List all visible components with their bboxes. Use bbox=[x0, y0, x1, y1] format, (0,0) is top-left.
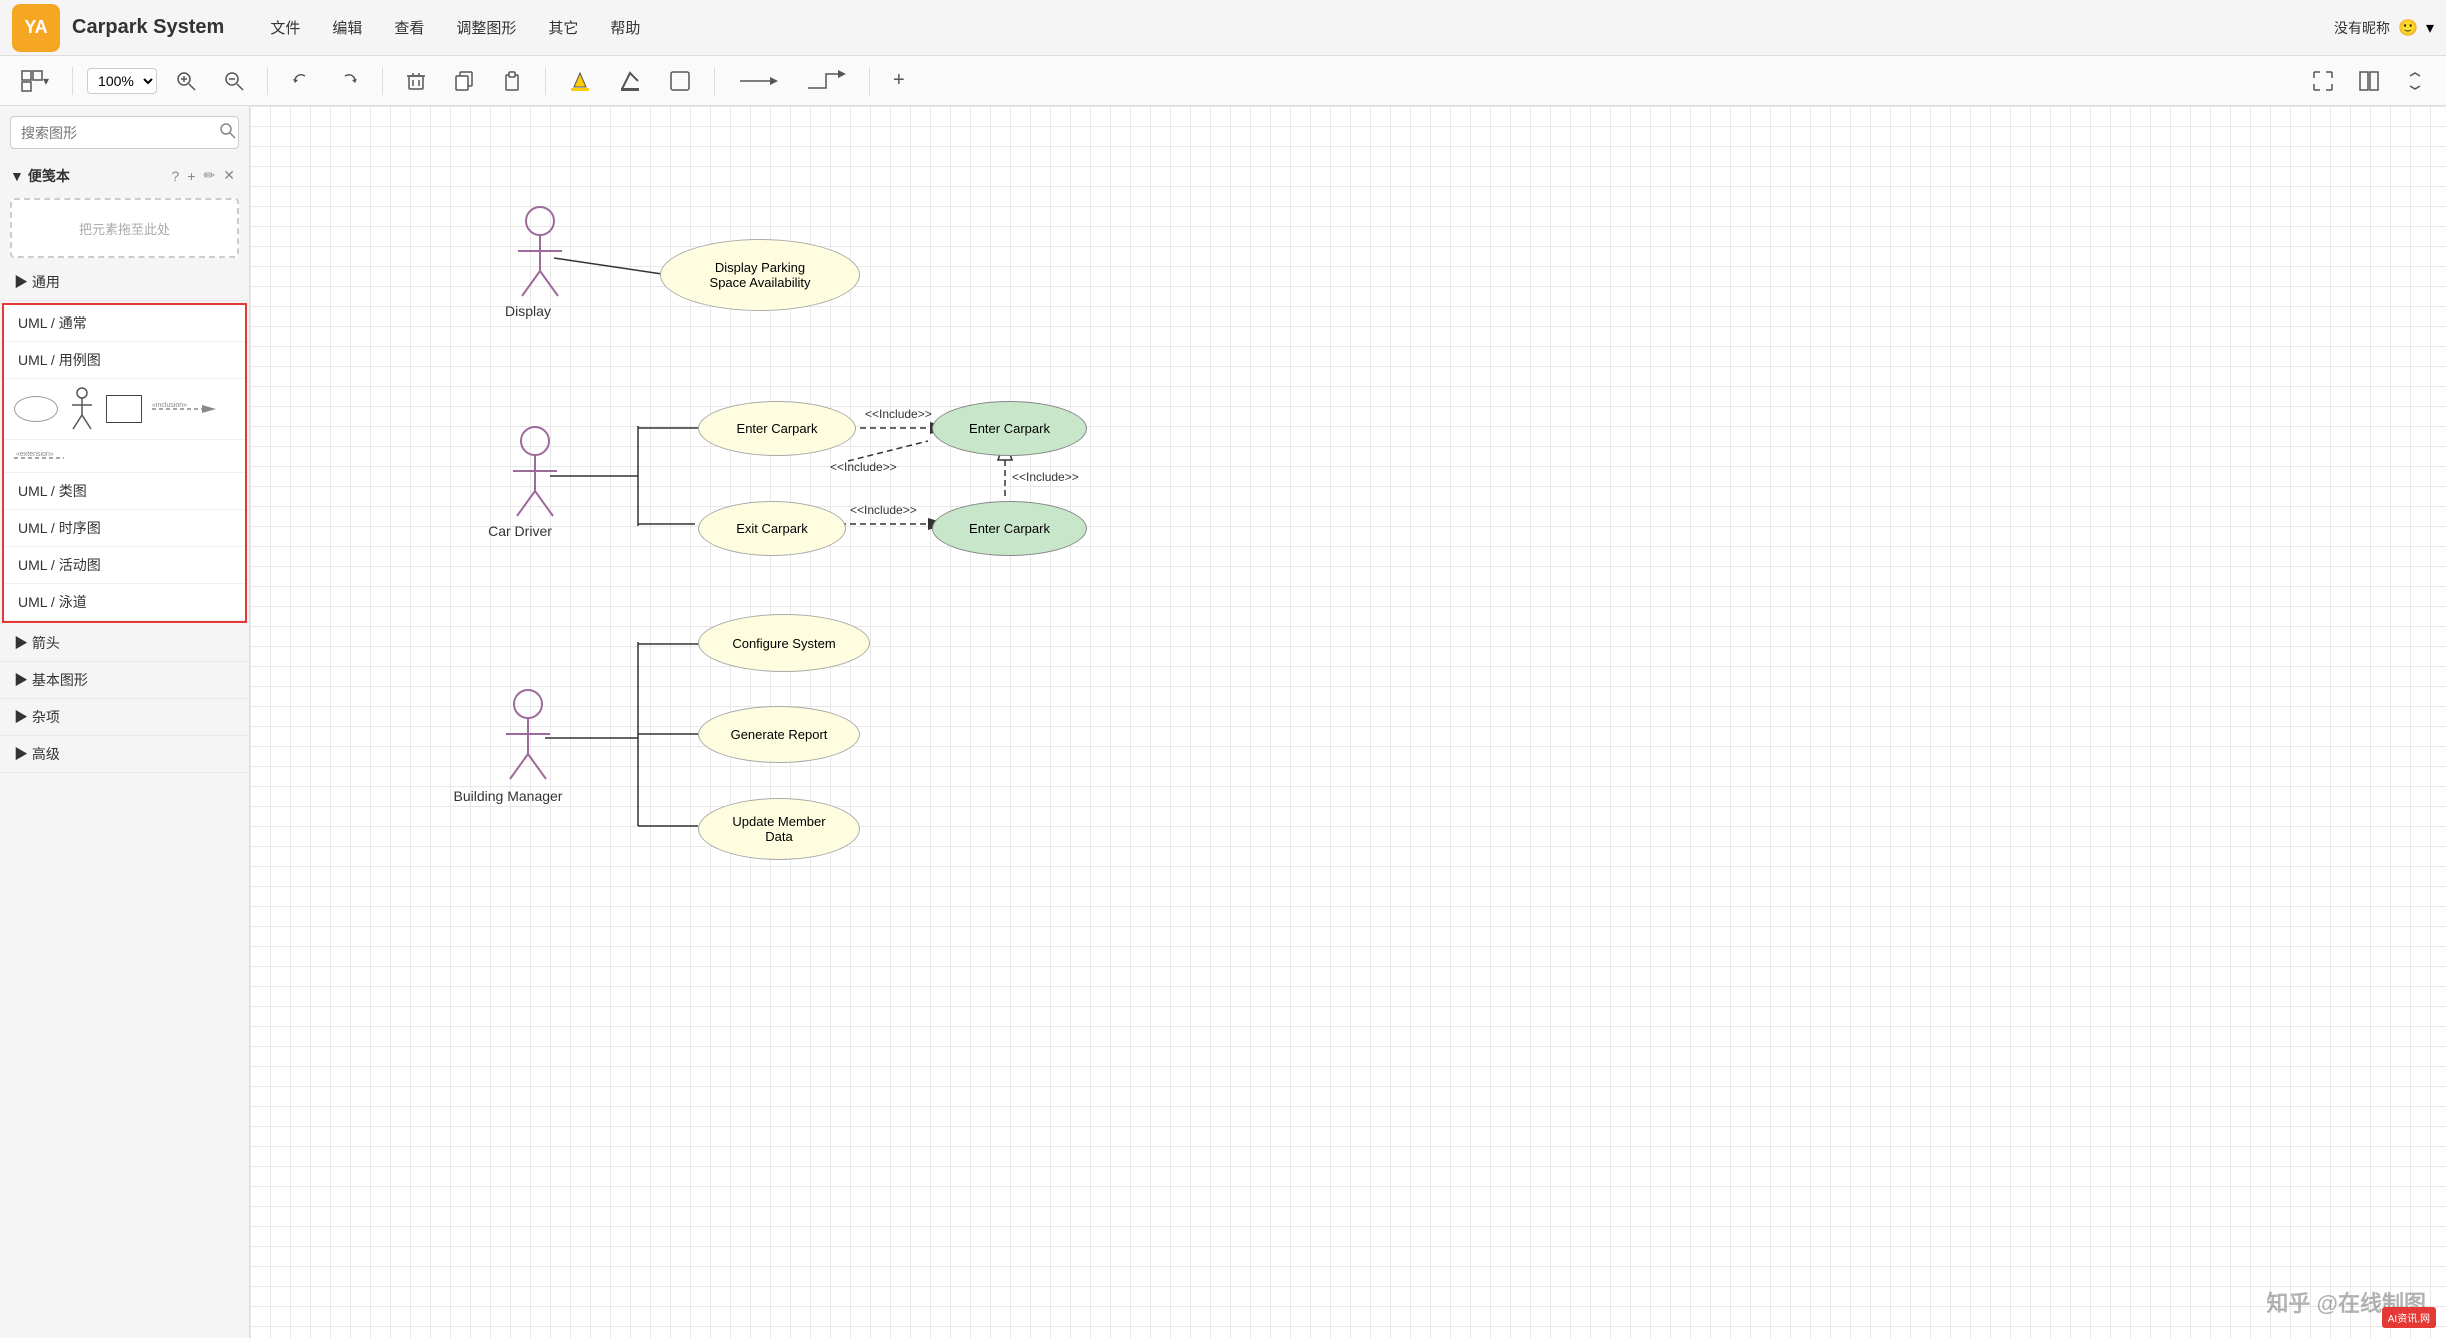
collapse-button[interactable] bbox=[2396, 66, 2434, 96]
canvas-area[interactable]: Display Car Driver bbox=[250, 106, 2446, 1338]
zoom-selector[interactable]: 100% 75% 150% 200% bbox=[87, 68, 157, 94]
scratchpad-edit-button[interactable]: ✏ bbox=[200, 165, 220, 186]
use-case-update-member[interactable]: Update MemberData bbox=[698, 798, 860, 860]
user-dropdown-icon[interactable]: ▾ bbox=[2426, 18, 2434, 38]
menu-adjust[interactable]: 调整图形 bbox=[450, 13, 522, 42]
uml-shapes-row: «inclusion» bbox=[4, 379, 245, 440]
actor-car-driver: Car Driver bbox=[488, 427, 557, 539]
sidebar-item-uml-activity[interactable]: UML / 活动图 bbox=[4, 547, 245, 584]
separator-2 bbox=[267, 67, 268, 95]
split-view-button[interactable] bbox=[2350, 66, 2388, 96]
fullscreen-button[interactable] bbox=[2304, 66, 2342, 96]
sidebar-item-arrows[interactable]: ▶ 箭头 bbox=[0, 625, 249, 662]
use-case-enter-carpark-green-bottom[interactable]: Enter Carpark bbox=[932, 501, 1087, 556]
connect-straight-button[interactable] bbox=[729, 65, 787, 97]
redo-button[interactable] bbox=[330, 66, 368, 96]
sidebar-item-misc[interactable]: ▶ 杂项 bbox=[0, 699, 249, 736]
svg-text:<<Include>>: <<Include>> bbox=[850, 503, 917, 517]
use-case-enter-carpark-green-top[interactable]: Enter Carpark bbox=[932, 401, 1087, 456]
use-case-configure-system[interactable]: Configure System bbox=[698, 614, 870, 672]
shape-extend-thumb[interactable]: «extension» bbox=[14, 448, 84, 464]
separator-6 bbox=[869, 67, 870, 95]
sidebar-item-uml-swimlane[interactable]: UML / 泳道 bbox=[4, 584, 245, 621]
zoom-out-button[interactable] bbox=[215, 66, 253, 96]
shape-dashed-line-thumb[interactable]: «inclusion» bbox=[152, 401, 222, 417]
scratchpad-close-button[interactable]: ✕ bbox=[219, 165, 239, 186]
connect-elbow-button[interactable] bbox=[797, 65, 855, 97]
app-title: Carpark System bbox=[72, 16, 224, 39]
undo-button[interactable] bbox=[282, 66, 320, 96]
sidebar-item-uml-class[interactable]: UML / 类图 bbox=[4, 473, 245, 510]
svg-text:<<Include>>: <<Include>> bbox=[830, 460, 897, 474]
separator-1 bbox=[72, 67, 73, 95]
use-case-display-parking[interactable]: Display ParkingSpace Availability bbox=[660, 239, 860, 311]
search-button[interactable] bbox=[212, 117, 239, 148]
zoom-in-button[interactable] bbox=[167, 66, 205, 96]
svg-text:Car Driver: Car Driver bbox=[488, 523, 552, 539]
search-box bbox=[10, 116, 239, 149]
sidebar: ▼ 便笺本 ? + ✏ ✕ 把元素拖至此处 ▶ 通用 UML / 通常 UML … bbox=[0, 106, 250, 1338]
use-case-generate-report[interactable]: Generate Report bbox=[698, 706, 860, 763]
shape-button[interactable] bbox=[660, 65, 700, 97]
uml-shapes-row-2: «extension» bbox=[4, 440, 245, 473]
shape-ellipse-thumb[interactable] bbox=[14, 396, 58, 422]
shape-rect-thumb[interactable] bbox=[106, 395, 142, 423]
copy-button[interactable] bbox=[445, 66, 483, 96]
separator-5 bbox=[714, 67, 715, 95]
delete-button[interactable] bbox=[397, 66, 435, 96]
scratchpad-header: ▼ 便笺本 ? + ✏ ✕ bbox=[0, 159, 249, 192]
menu-other[interactable]: 其它 bbox=[542, 13, 584, 42]
expand-icon: ▶ bbox=[14, 274, 32, 290]
scratchpad-help-button[interactable]: ? bbox=[168, 166, 184, 186]
sidebar-item-advanced[interactable]: ▶ 高级 bbox=[0, 736, 249, 773]
scratchpad-label: 便笺本 bbox=[28, 166, 168, 186]
use-case-enter-carpark[interactable]: Enter Carpark bbox=[698, 401, 856, 456]
svg-text:Building Manager: Building Manager bbox=[454, 788, 563, 804]
user-area: 没有昵称 🙂 ▾ bbox=[2334, 18, 2434, 38]
menu-bar: 文件 编辑 查看 调整图形 其它 帮助 bbox=[264, 13, 646, 42]
ai-badge: AI资讯.网 bbox=[2382, 1307, 2436, 1328]
main-layout: ▼ 便笺本 ? + ✏ ✕ 把元素拖至此处 ▶ 通用 UML / 通常 UML … bbox=[0, 106, 2446, 1338]
separator-4 bbox=[545, 67, 546, 95]
menu-help[interactable]: 帮助 bbox=[604, 13, 646, 42]
svg-text:«extension»: «extension» bbox=[16, 451, 54, 458]
paste-button[interactable] bbox=[493, 66, 531, 96]
sidebar-item-uml-sequence[interactable]: UML / 时序图 bbox=[4, 510, 245, 547]
add-button[interactable]: + bbox=[884, 64, 914, 97]
sidebar-item-basic[interactable]: ▶ 基本图形 bbox=[0, 662, 249, 699]
search-input[interactable] bbox=[11, 119, 212, 147]
menu-file[interactable]: 文件 bbox=[264, 13, 306, 42]
use-case-exit-carpark[interactable]: Exit Carpark bbox=[698, 501, 846, 556]
connections-svg: Display Car Driver bbox=[250, 106, 2446, 1338]
user-name: 没有昵称 bbox=[2334, 18, 2390, 38]
scratchpad-drop-zone[interactable]: 把元素拖至此处 bbox=[10, 198, 239, 258]
sidebar-item-uml-general[interactable]: UML / 通常 bbox=[4, 305, 245, 342]
separator-3 bbox=[382, 67, 383, 95]
diagram-container: Display Car Driver bbox=[250, 106, 2446, 1338]
scratchpad-add-button[interactable]: + bbox=[183, 166, 199, 186]
shape-actor-thumb[interactable] bbox=[68, 387, 96, 431]
sidebar-item-uml-use-case[interactable]: UML / 用例图 bbox=[4, 342, 245, 379]
toolbar: ▾ 100% 75% 150% 200% bbox=[0, 56, 2446, 106]
actor-display: Display bbox=[505, 207, 562, 319]
svg-text:<<Include>>: <<Include>> bbox=[865, 407, 932, 421]
user-avatar-icon: 🙂 bbox=[2398, 18, 2418, 38]
actor-building-manager: Building Manager bbox=[454, 690, 563, 804]
fill-color-button[interactable] bbox=[560, 65, 600, 97]
title-bar: YA Carpark System 文件 编辑 查看 调整图形 其它 帮助 没有… bbox=[0, 0, 2446, 56]
sidebar-item-general[interactable]: ▶ 通用 bbox=[0, 264, 249, 301]
layout-button[interactable]: ▾ bbox=[12, 65, 58, 97]
svg-text:<<Include>>: <<Include>> bbox=[1012, 470, 1079, 484]
menu-edit[interactable]: 编辑 bbox=[326, 13, 368, 42]
app-logo: YA bbox=[12, 4, 60, 52]
line-color-button[interactable] bbox=[610, 65, 650, 97]
svg-text:Display: Display bbox=[505, 303, 551, 319]
menu-view[interactable]: 查看 bbox=[388, 13, 430, 42]
uml-section: UML / 通常 UML / 用例图 bbox=[2, 303, 247, 623]
svg-text:«inclusion»: «inclusion» bbox=[152, 402, 187, 409]
